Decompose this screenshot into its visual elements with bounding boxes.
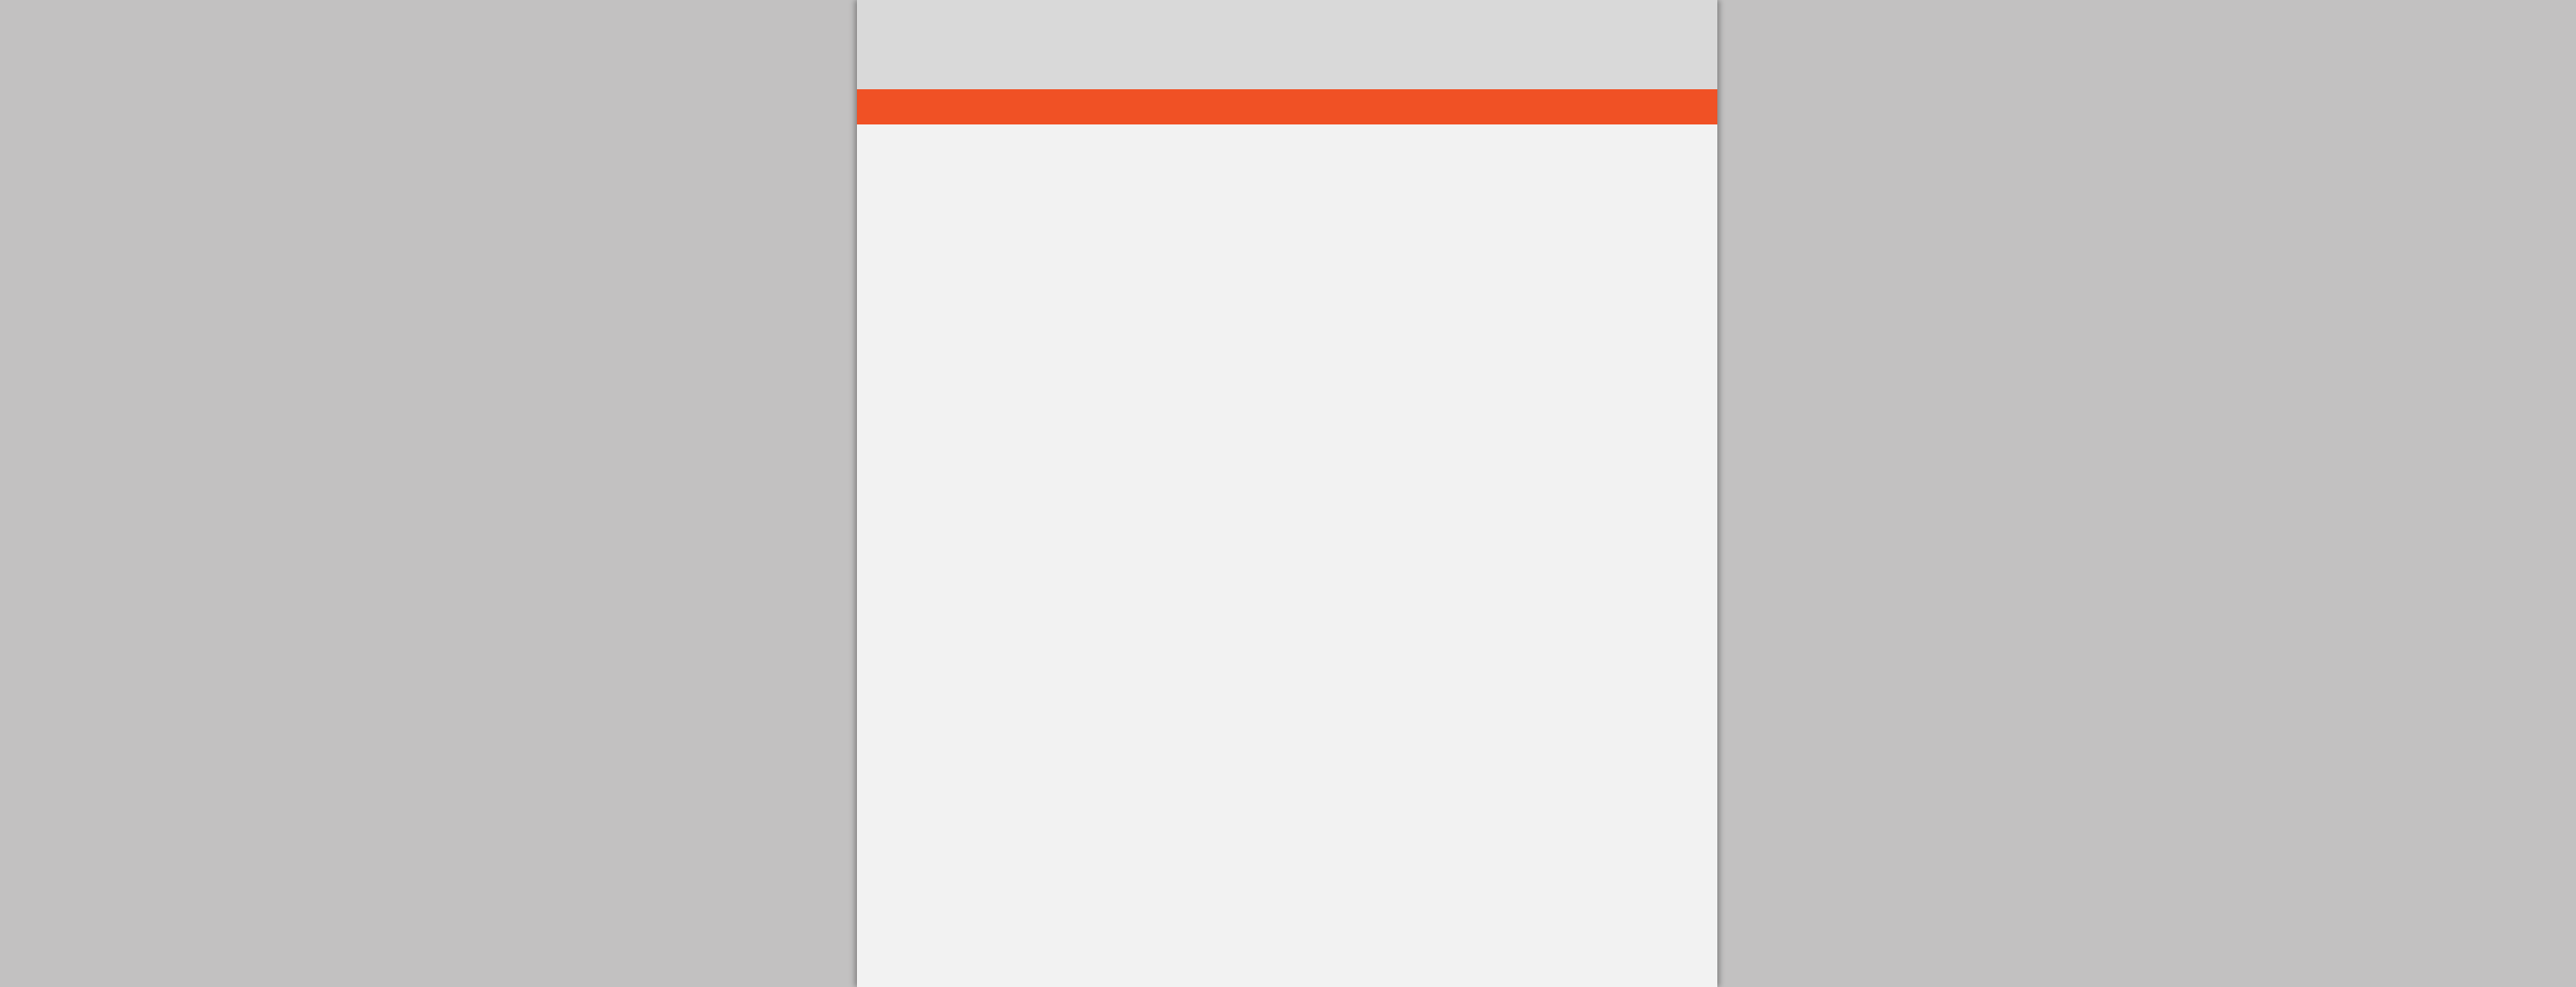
title-bar: [857, 0, 1717, 89]
accent-bar: [857, 89, 1717, 124]
app-window: [857, 0, 1717, 987]
content-area: [857, 124, 1717, 987]
